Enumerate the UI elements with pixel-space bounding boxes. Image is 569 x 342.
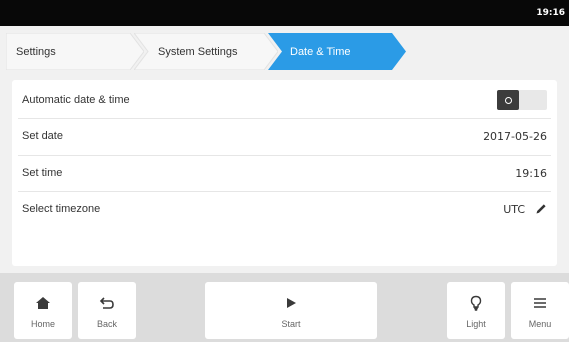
select-timezone-row[interactable]: Select timezone UTC: [12, 191, 557, 227]
pencil-icon[interactable]: [535, 203, 547, 215]
set-date-label: Set date: [22, 130, 63, 142]
automatic-date-time-label: Automatic date & time: [22, 94, 130, 106]
breadcrumb-date-time[interactable]: Date & Time: [268, 33, 406, 70]
status-bar: 19:16: [0, 0, 569, 26]
timezone-value-group: UTC: [503, 203, 547, 216]
home-label: Home: [30, 318, 55, 329]
home-button[interactable]: Home: [14, 282, 72, 339]
select-timezone-value: UTC: [503, 202, 525, 216]
automatic-date-time-toggle[interactable]: [497, 90, 547, 110]
light-button[interactable]: Light: [447, 282, 505, 339]
breadcrumb-system-settings-label: System Settings: [158, 45, 238, 58]
home-icon: [35, 293, 51, 313]
toggle-knob: [497, 90, 519, 110]
start-button[interactable]: Start: [205, 282, 377, 339]
menu-button[interactable]: Menu: [511, 282, 569, 339]
play-icon: [285, 293, 297, 313]
menu-label: Menu: [528, 318, 552, 329]
automatic-date-time-row[interactable]: Automatic date & time: [12, 82, 557, 118]
back-arrow-icon: [99, 293, 115, 313]
set-date-value: 2017-05-26: [483, 129, 547, 143]
breadcrumb-settings[interactable]: Settings: [6, 33, 144, 70]
breadcrumb-system-settings[interactable]: System Settings: [134, 33, 278, 70]
settings-panel: Automatic date & time Set date 2017-05-2…: [12, 80, 557, 266]
light-label: Light: [466, 318, 486, 329]
breadcrumb-settings-label: Settings: [16, 45, 56, 58]
back-button[interactable]: Back: [78, 282, 136, 339]
set-time-row[interactable]: Set time 19:16: [12, 155, 557, 191]
lightbulb-icon: [470, 293, 482, 313]
back-label: Back: [96, 318, 117, 329]
breadcrumb: Settings System Settings Date & Time: [6, 33, 563, 70]
breadcrumb-date-time-label: Date & Time: [290, 45, 351, 58]
set-date-row[interactable]: Set date 2017-05-26: [12, 118, 557, 154]
hamburger-menu-icon: [533, 293, 547, 313]
set-time-value: 19:16: [515, 166, 547, 180]
bottom-navigation-bar: Home Back Start Light Menu: [0, 273, 569, 342]
status-clock: 19:16: [536, 8, 565, 18]
start-label: Start: [281, 318, 301, 329]
select-timezone-label: Select timezone: [22, 203, 101, 215]
set-time-label: Set time: [22, 167, 63, 179]
